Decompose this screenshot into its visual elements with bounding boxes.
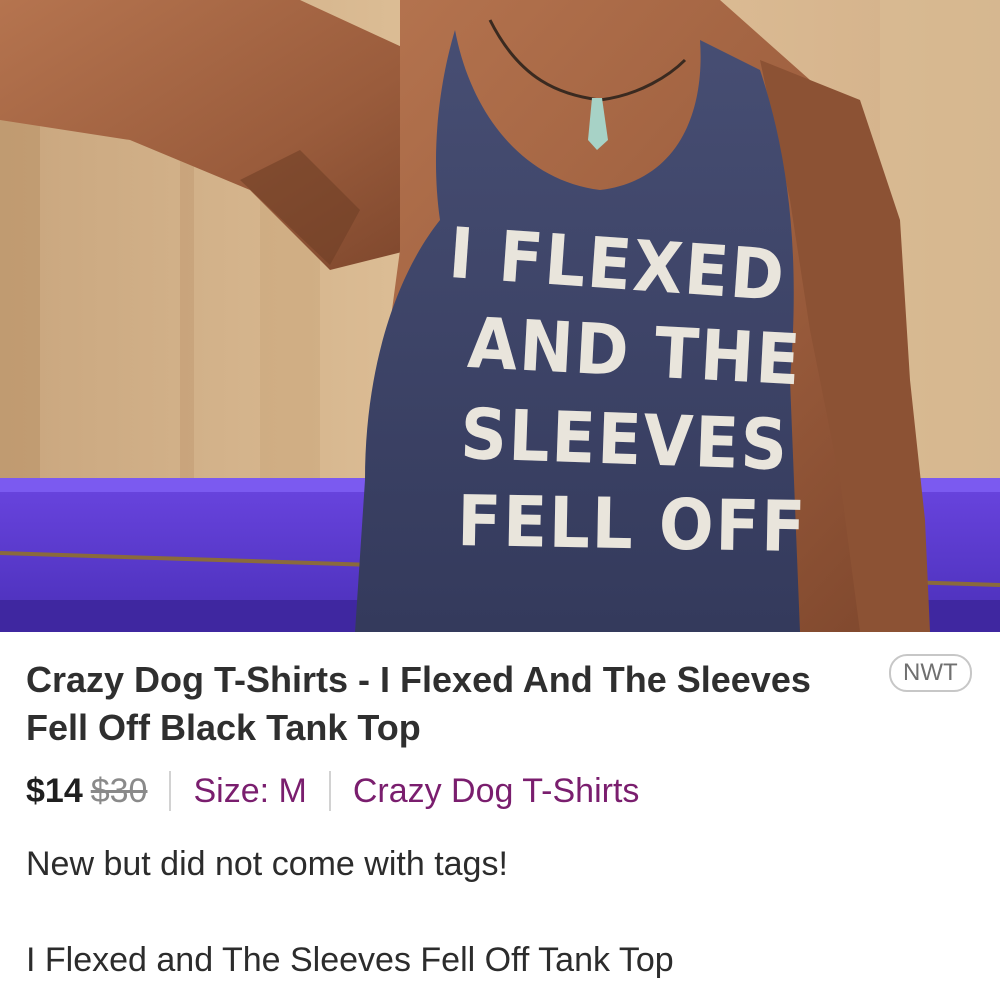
- listing-meta-row: $14 $30 Size: M Crazy Dog T-Shirts: [26, 769, 639, 813]
- listing-details: Crazy Dog T-Shirts - I Flexed And The Sl…: [0, 632, 1000, 1000]
- description-line: I Flexed and The Sleeves Fell Off Tank T…: [26, 941, 674, 979]
- brand-link[interactable]: Crazy Dog T-Shirts: [353, 772, 640, 811]
- description-spacer: [26, 888, 966, 936]
- listing-description: New but did not come with tags! I Flexed…: [26, 840, 966, 984]
- size-link[interactable]: Size: M: [193, 772, 306, 811]
- product-photo[interactable]: I FLEXED AND THE SLEEVES FELL OFF: [0, 0, 1000, 632]
- condition-badge: NWT: [889, 654, 972, 692]
- description-line: New but did not come with tags!: [26, 845, 508, 883]
- product-photo-illustration: [0, 0, 1000, 632]
- divider: [328, 771, 331, 811]
- original-price: $30: [90, 771, 148, 810]
- divider: [169, 771, 172, 811]
- listing-title: Crazy Dog T-Shirts - I Flexed And The Sl…: [26, 659, 811, 748]
- price: $14: [26, 771, 83, 810]
